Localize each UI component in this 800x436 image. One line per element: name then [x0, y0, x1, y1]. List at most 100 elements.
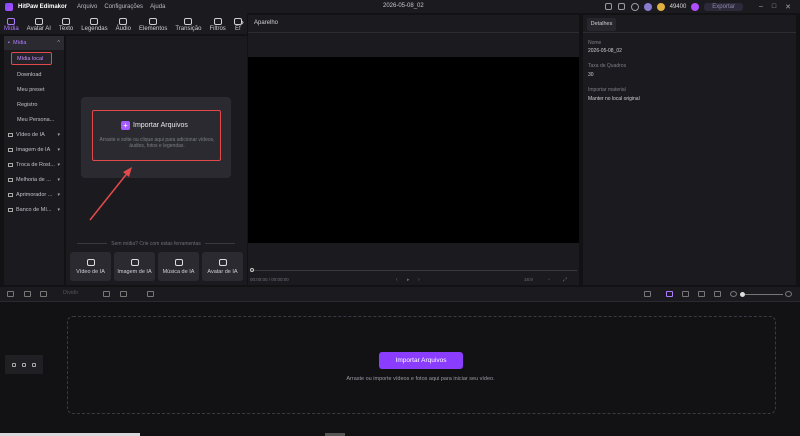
sidebar-cat-imagem-ia[interactable]: Imagem de IA ▾ [4, 142, 64, 157]
ai-tool-label: Imagem de IA [117, 268, 152, 275]
avatar[interactable] [643, 2, 652, 11]
screenshot-icon[interactable]: ▫ [548, 277, 550, 283]
export-button[interactable]: Exportar [704, 2, 743, 11]
enhance-icon [8, 177, 13, 182]
minimize-icon[interactable]: – [759, 3, 763, 10]
sidebar-item-midia-local[interactable]: Mídia local [11, 52, 52, 65]
credits-count: 49400 [669, 3, 687, 10]
sidebar-cat-banco-midia[interactable]: Banco de Mí... ▾ [4, 202, 64, 217]
timeline-import-button[interactable]: Importar Arquivos [379, 352, 463, 369]
import-files-button[interactable]: + Importar Arquivos [121, 121, 188, 130]
track-video-icon[interactable] [12, 362, 16, 367]
redo-icon[interactable] [24, 291, 31, 297]
tab-transicao[interactable]: Transição [171, 18, 205, 34]
sidebar-item-registro[interactable]: Registro [4, 97, 64, 112]
sidebar-cat-troca-rosto[interactable]: Troca de Rost... ▾ [4, 157, 64, 172]
menu-configuracoes[interactable]: Configurações [104, 4, 143, 10]
menu-arquivo[interactable]: Arquivo [77, 4, 97, 10]
cat-label: Aprimorador ... [16, 191, 53, 198]
name-label: Nome [588, 40, 602, 46]
sidebar-cat-video-ia[interactable]: Vídeo de IA ▾ [4, 127, 64, 142]
tab-texto[interactable]: Texto [55, 18, 77, 34]
frame-rate-label: Taxa de Quadros [588, 63, 627, 69]
tab-label: Áudio [115, 26, 131, 32]
delete-icon[interactable] [40, 291, 47, 297]
crop-icon[interactable] [147, 291, 154, 297]
track-lock-icon[interactable] [32, 362, 36, 367]
ai-image-button[interactable]: Imagem de IA [114, 252, 155, 281]
tab-label: Mídia [4, 26, 19, 32]
add-credits-icon[interactable] [691, 2, 700, 11]
play-icon[interactable]: ▸ [407, 277, 410, 283]
tab-audio[interactable]: Áudio [112, 18, 135, 34]
chevron-down-icon: ▾ [57, 176, 60, 183]
ai-avatar-button[interactable]: Avatar de IA [202, 252, 243, 281]
zoom-slider[interactable] [745, 294, 783, 295]
tab-label: Legendas [81, 26, 108, 32]
tab-midia[interactable]: Mídia [0, 18, 23, 34]
import-material-value[interactable]: Manter no local original [588, 96, 640, 102]
chevron-down-icon: ▾ [57, 206, 60, 213]
elements-icon [149, 18, 158, 25]
zoom-out-icon[interactable] [730, 291, 737, 297]
chevron-right-icon[interactable]: › [241, 17, 244, 28]
import-material-label: Importar material [588, 87, 626, 93]
cat-label: Melhoria de ... [16, 176, 51, 183]
cat-label: Vídeo de IA [16, 131, 45, 138]
import-hint: Arraste e solte ou clique aqui para adic… [99, 137, 215, 149]
chevron-down-icon: ▾ [57, 161, 60, 168]
text-tool-icon[interactable] [120, 291, 127, 297]
menu-ajuda[interactable]: Ajuda [150, 4, 165, 10]
layout-icon[interactable] [604, 3, 612, 10]
subtitles-icon [90, 18, 99, 25]
preview-screen[interactable] [248, 57, 579, 243]
tab-label: Filtros [209, 26, 226, 32]
tool-tabs: Mídia Avatar AI Texto Legendas Áudio Ele… [0, 13, 247, 34]
zoom-in-icon[interactable] [785, 291, 792, 297]
next-frame-icon[interactable]: › [418, 277, 420, 283]
video-icon [8, 132, 13, 137]
zoom-slider-handle[interactable] [740, 292, 745, 297]
maximize-icon[interactable]: □ [772, 3, 776, 10]
sidebar-cat-melhoria[interactable]: Melhoria de ... ▾ [4, 172, 64, 187]
tab-filtros[interactable]: Filtros [205, 18, 229, 34]
microphone-icon[interactable] [644, 291, 651, 297]
help-icon[interactable] [630, 2, 639, 11]
chevron-down-icon: ▾ [57, 131, 60, 138]
sidebar-cat-aprimorador[interactable]: Aprimorador ... ▾ [4, 187, 64, 202]
magnet-icon[interactable] [666, 291, 673, 297]
split-button[interactable]: Dividir [63, 290, 78, 296]
tab-legendas[interactable]: Legendas [77, 18, 111, 34]
tab-detalhes[interactable]: Detalhes [587, 18, 616, 31]
undo-icon[interactable] [7, 291, 14, 297]
track-visibility-icon[interactable] [22, 362, 26, 367]
progress-track[interactable] [252, 270, 577, 271]
tab-elementos[interactable]: Elementos [135, 18, 171, 34]
text-icon [62, 18, 71, 25]
ai-tool-label: Avatar de IA [207, 268, 238, 275]
chevron-up-icon: ^ [57, 40, 60, 46]
ai-tool-label: Vídeo de IA [76, 268, 105, 275]
freeze-icon[interactable] [103, 291, 110, 297]
close-icon[interactable]: ✕ [785, 3, 791, 11]
aspect-ratio[interactable]: 16:9 [524, 277, 533, 282]
message-icon[interactable] [617, 3, 625, 10]
prev-frame-icon[interactable]: ‹ [396, 277, 398, 283]
sidebar-item-meu-persona[interactable]: Meu Persona... [4, 112, 64, 127]
snap-icon[interactable] [698, 291, 705, 297]
sidebar-header-midia[interactable]: ▪ Mídia ^ [4, 36, 64, 50]
link-icon[interactable] [682, 291, 689, 297]
cat-label: Banco de Mí... [16, 206, 52, 213]
tab-avatar-ai[interactable]: Avatar AI [23, 18, 55, 34]
folder-icon: ▪ [8, 40, 10, 46]
progress-handle[interactable] [250, 268, 254, 272]
timeline-toolbar: Dividir [0, 287, 800, 302]
import-highlight-box [92, 110, 221, 161]
ai-music-button[interactable]: Música de IA [158, 252, 199, 281]
fit-icon[interactable] [714, 291, 721, 297]
frame-rate-value: 30 [588, 72, 594, 78]
sidebar-item-download[interactable]: Download [4, 67, 64, 82]
fullscreen-icon[interactable]: ⤢ [563, 277, 567, 283]
ai-video-button[interactable]: Vídeo de IA [70, 252, 111, 281]
sidebar-item-meu-preset[interactable]: Meu preset [4, 82, 64, 97]
